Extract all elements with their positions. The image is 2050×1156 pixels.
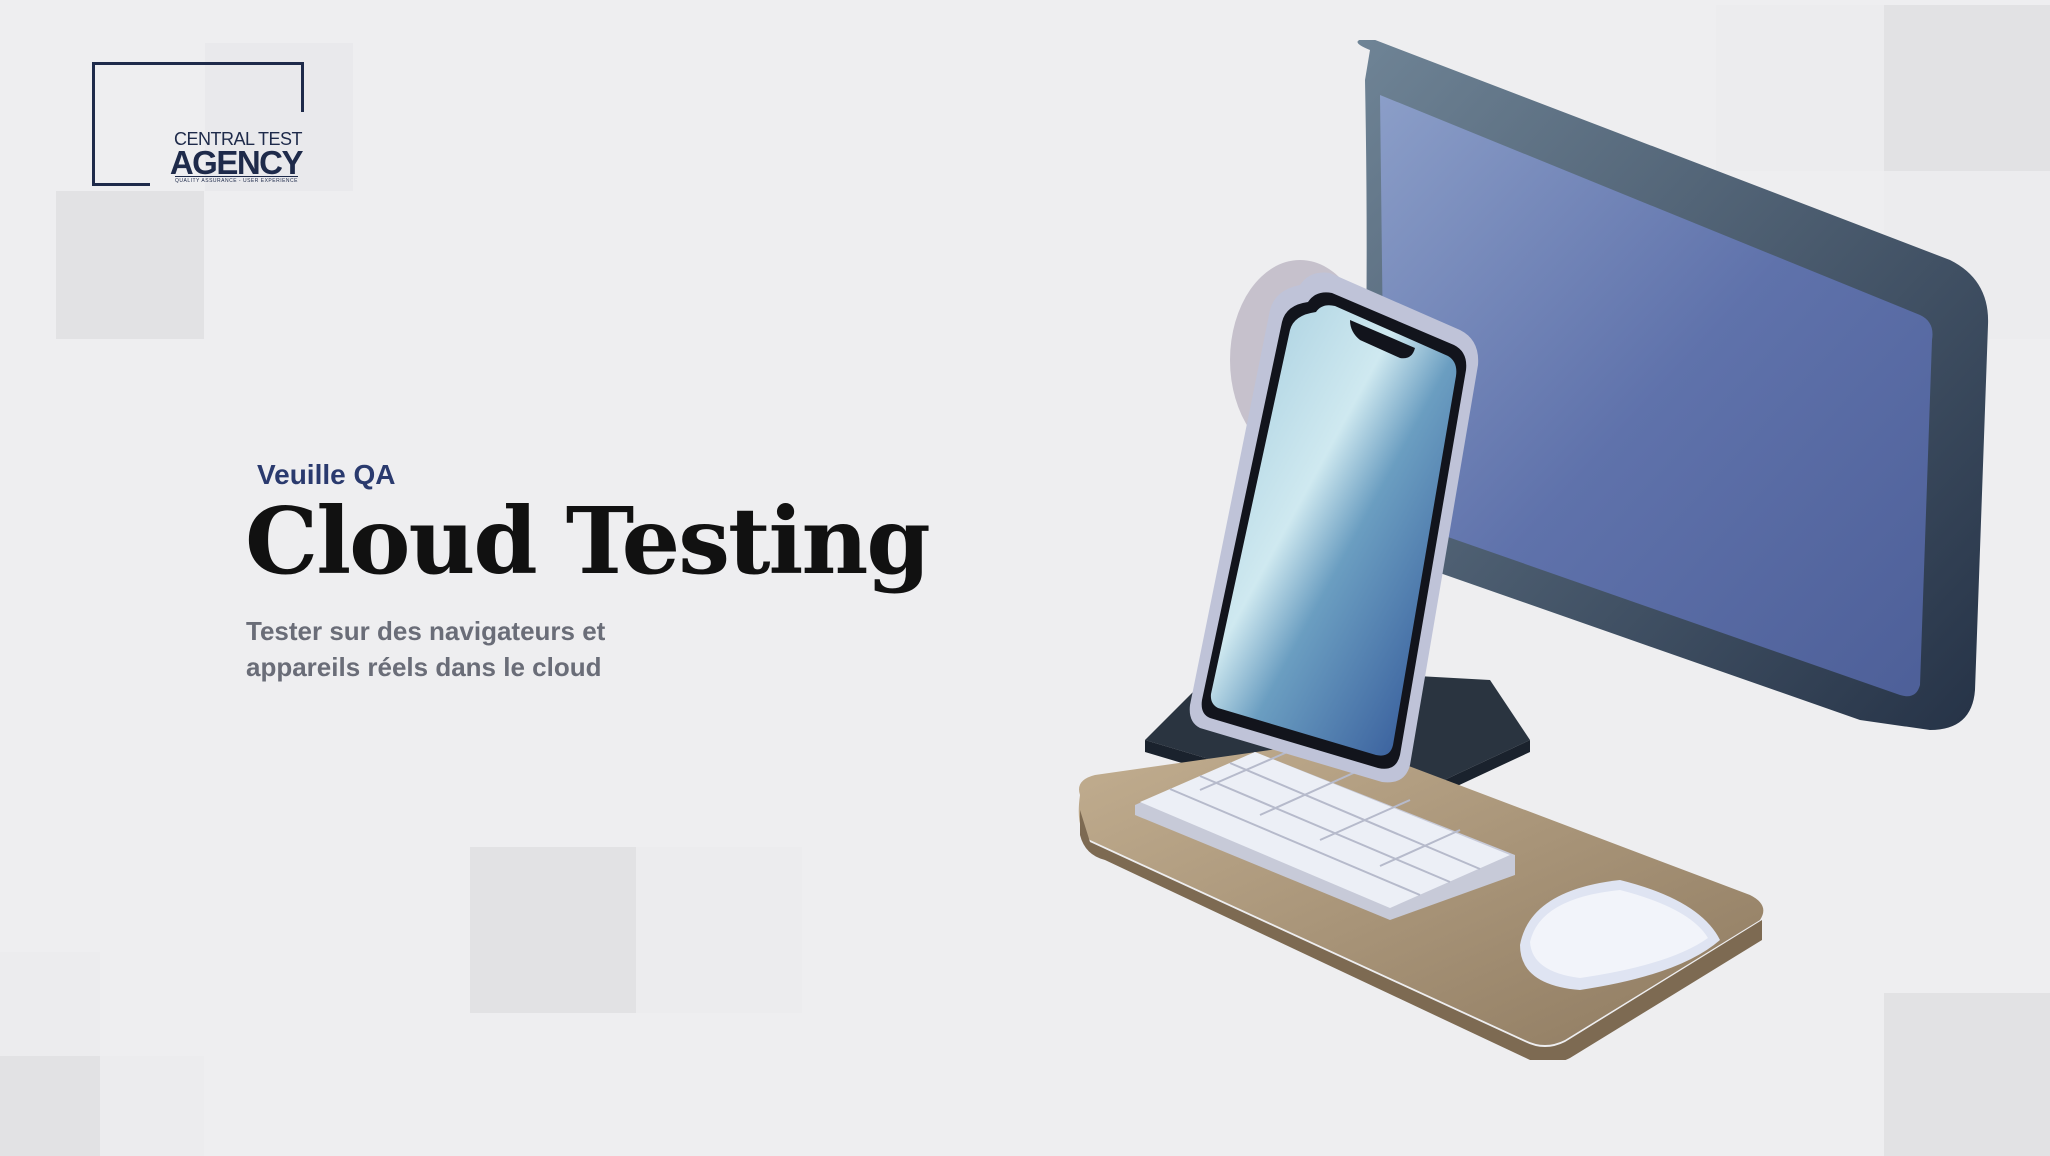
bg-tile: [636, 847, 802, 1013]
bg-tile: [470, 847, 636, 1013]
page-title: Cloud Testing: [245, 487, 931, 595]
bg-tile: [56, 191, 204, 339]
page-subtitle: Tester sur des navigateurs et appareils …: [246, 613, 706, 685]
devices-illustration: [1078, 40, 1989, 1060]
company-logo: CENTRAL TEST AGENCY QUALITY ASSURANCE - …: [92, 62, 304, 186]
subtitle-line: Tester sur des navigateurs et: [246, 616, 606, 646]
logo-frame-bottom: [92, 183, 150, 186]
logo-frame-right: [301, 62, 304, 112]
bg-tile: [0, 1056, 100, 1156]
bg-tile: [0, 952, 100, 1056]
subtitle-line: appareils réels dans le cloud: [246, 652, 602, 682]
logo-tagline: QUALITY ASSURANCE - USER EXPERIENCE: [175, 176, 298, 184]
bg-tile: [100, 1056, 204, 1156]
